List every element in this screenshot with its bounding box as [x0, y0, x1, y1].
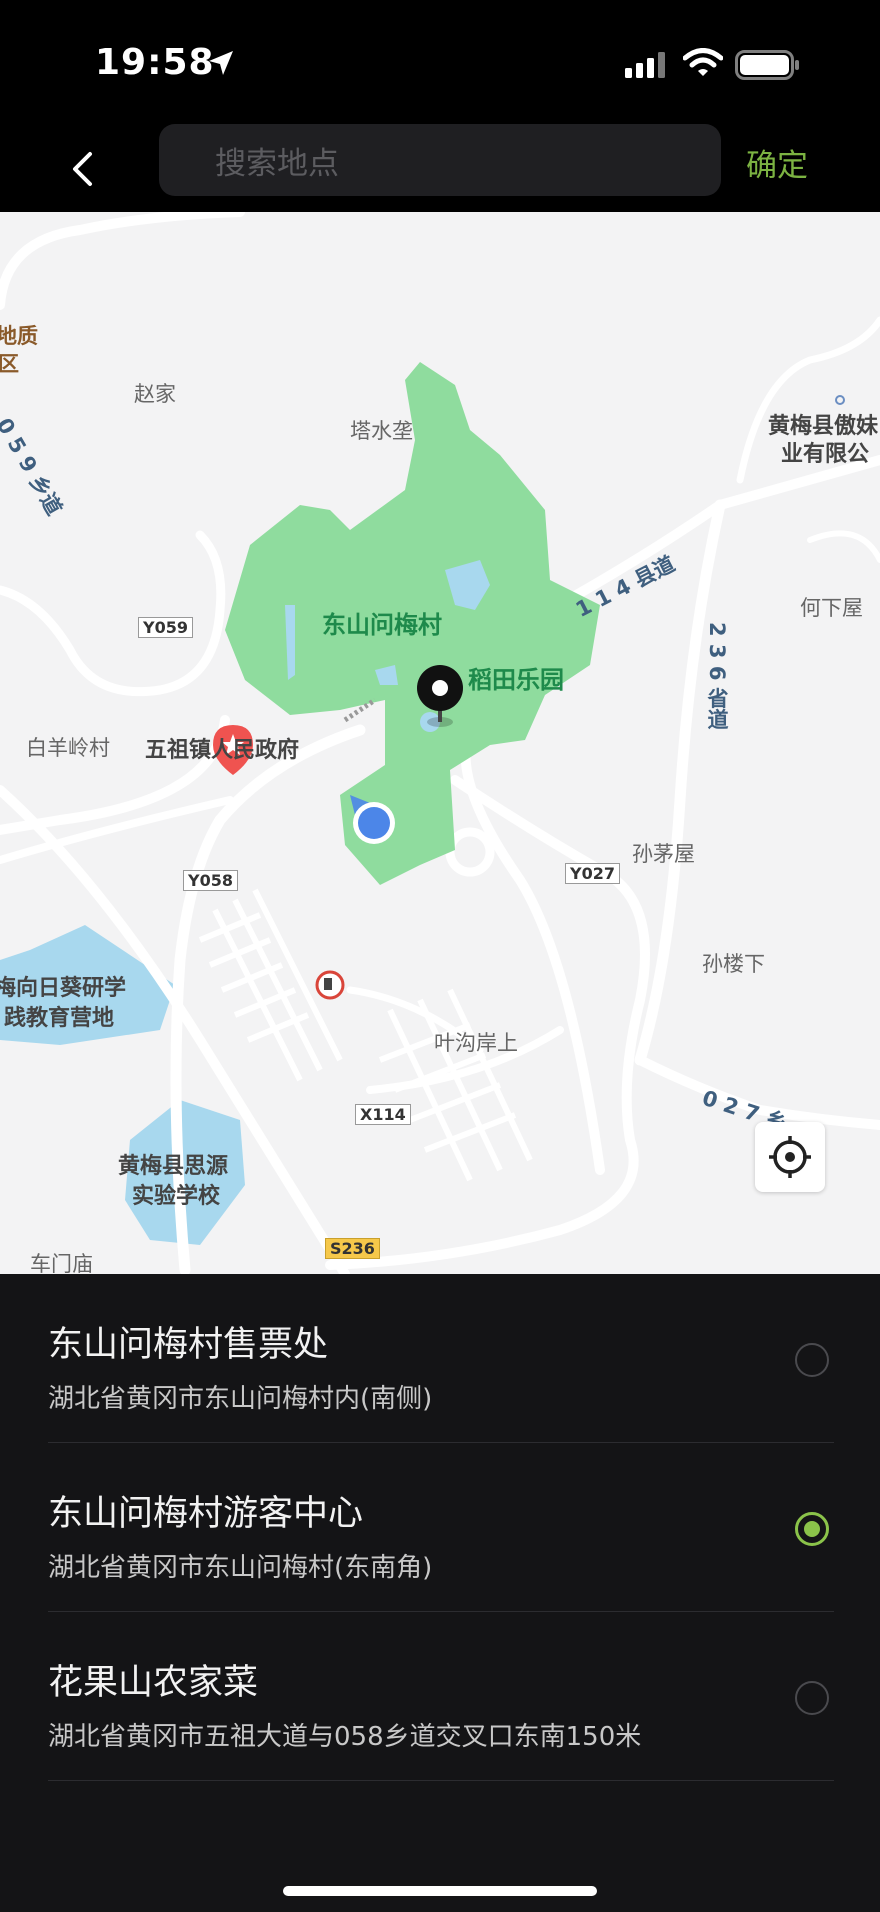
- radio-button-selected[interactable]: [795, 1512, 829, 1546]
- road-tag: S236: [325, 1238, 380, 1259]
- battery-icon: [735, 50, 799, 80]
- list-item[interactable]: 东山问梅村售票处 湖北省黄冈市东山问梅村内(南侧): [0, 1274, 880, 1443]
- status-time: 19:58: [95, 42, 215, 83]
- place-address: 湖北省黄冈市五祖大道与058乡道交叉口东南150米: [48, 1722, 642, 1752]
- confirm-button[interactable]: 确定: [746, 140, 808, 185]
- location-arrow-icon: [209, 51, 233, 75]
- map-label: 地质: [0, 324, 38, 348]
- map-label: 叶沟岸上: [434, 1031, 518, 1055]
- map-label: 业有限公: [781, 442, 870, 467]
- search-placeholder: 搜索地点: [215, 145, 339, 182]
- back-arrow-icon[interactable]: [58, 144, 108, 194]
- search-input[interactable]: 搜索地点: [159, 124, 721, 196]
- map-label: 五祖镇人民政府: [145, 738, 300, 763]
- road-tag: Y058: [183, 870, 238, 891]
- road-label: 2 3 6 省道: [705, 622, 729, 730]
- park-label: 东山问梅村: [322, 611, 442, 639]
- list-item[interactable]: 花果山农家菜 湖北省黄冈市五祖大道与058乡道交叉口东南150米: [0, 1612, 880, 1781]
- map-label: 车门庙: [30, 1252, 93, 1274]
- place-address: 湖北省黄冈市东山问梅村内(南侧): [48, 1384, 433, 1414]
- map-label: 区: [0, 352, 19, 376]
- road-tag: Y027: [565, 863, 620, 884]
- place-title: 花果山农家菜: [48, 1663, 259, 1703]
- header-bar: 搜索地点 确定: [0, 120, 880, 212]
- list-item[interactable]: 东山问梅村游客中心 湖北省黄冈市东山问梅村(东南角): [0, 1443, 880, 1612]
- radio-button[interactable]: [795, 1343, 829, 1377]
- park-label: 稻田乐园: [468, 666, 564, 694]
- place-address: 湖北省黄冈市东山问梅村(东南角): [48, 1553, 433, 1583]
- map-label: 黄梅县思源: [118, 1154, 229, 1179]
- divider: [48, 1780, 834, 1781]
- place-list: 东山问梅村售票处 湖北省黄冈市东山问梅村内(南侧) 东山问梅村游客中心 湖北省黄…: [0, 1274, 880, 1912]
- road-tag: Y059: [138, 617, 193, 638]
- crosshair-icon: [769, 1136, 811, 1178]
- map-label: 践教育营地: [4, 1006, 115, 1031]
- place-title: 东山问梅村售票处: [48, 1325, 329, 1365]
- map-label: 赵家: [134, 382, 176, 406]
- map-view[interactable]: 地质 区 赵家 塔水垄 0 5 9 乡道 黄梅县傲妹 业有限公 东山问梅村 稻田…: [0, 212, 880, 1274]
- map-label: 梅向日葵研学: [0, 976, 127, 1001]
- status-bar: 19:58: [0, 0, 880, 120]
- map-label: 白羊岭村: [26, 736, 110, 760]
- cellular-signal-icon: [625, 52, 665, 78]
- locate-me-button[interactable]: [755, 1122, 825, 1192]
- map-label: 孙楼下: [702, 952, 765, 976]
- road-tag: X114: [355, 1104, 411, 1125]
- map-label: 何下屋: [800, 596, 863, 620]
- map-label: 孙茅屋: [632, 842, 695, 866]
- map-label: 塔水垄: [350, 419, 413, 443]
- wifi-icon: [683, 48, 723, 76]
- map-label: 实验学校: [132, 1184, 221, 1209]
- radio-button[interactable]: [795, 1681, 829, 1715]
- place-title: 东山问梅村游客中心: [48, 1494, 364, 1534]
- home-indicator[interactable]: [283, 1886, 597, 1896]
